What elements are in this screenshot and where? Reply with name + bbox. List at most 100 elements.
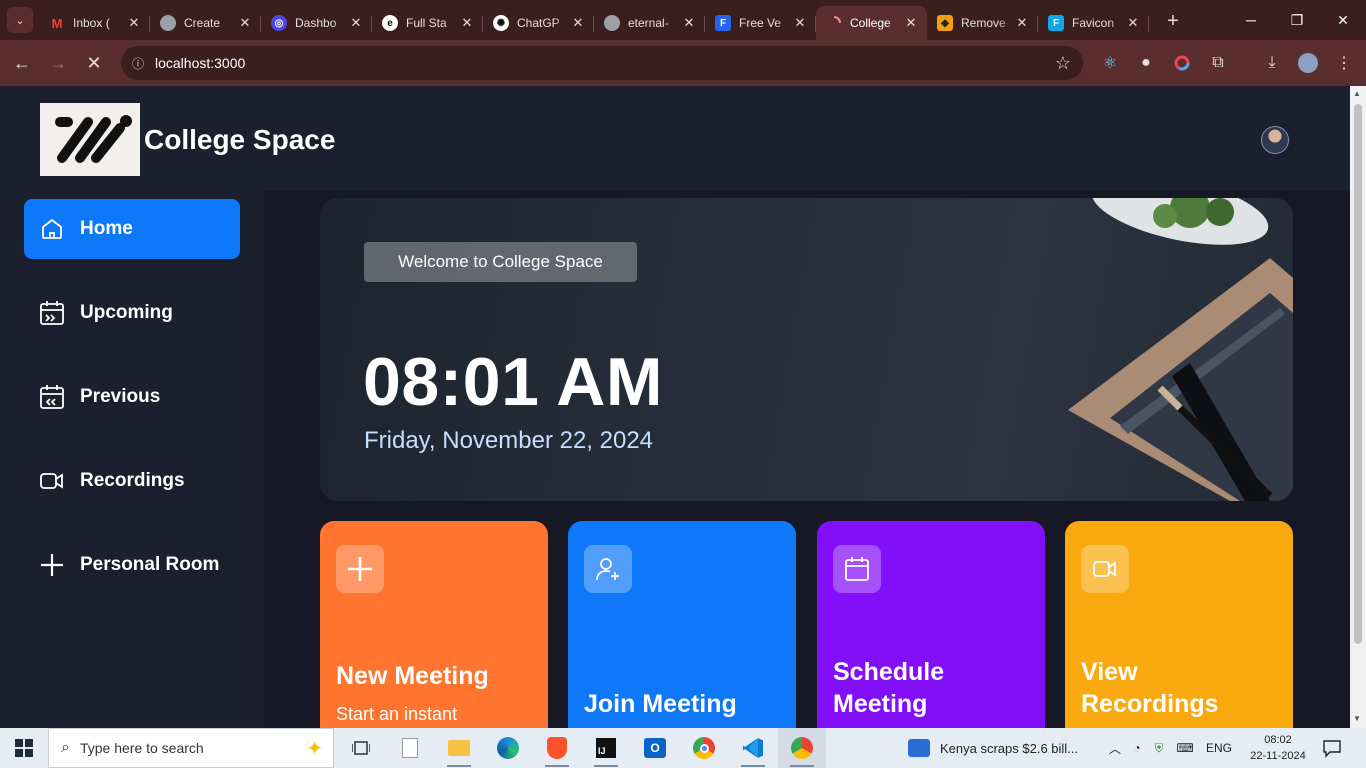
stop-loading-icon[interactable]: ✕ (76, 45, 112, 81)
close-window-icon[interactable]: ✕ (1320, 0, 1366, 40)
sidebar-item-label: Upcoming (80, 302, 173, 323)
browser-tab-strip: ⌄ M Inbox (✕ Create ✕ ◎ Dashbo ✕ e Full Sta ✕ … (0, 0, 1366, 40)
tab-title: College (850, 16, 891, 30)
keyboard-icon[interactable]: ⌨ (1170, 741, 1200, 755)
sidebar-item-upcoming[interactable]: Upcoming (24, 283, 240, 343)
react-devtools-icon[interactable]: ⚛ (1097, 50, 1123, 76)
close-tab-icon[interactable]: ✕ (1014, 15, 1030, 31)
sidebar-item-label: Previous (80, 386, 161, 407)
view-recordings-card[interactable]: View Recordings (1065, 521, 1293, 728)
minimize-icon[interactable]: ─ (1228, 0, 1274, 40)
close-tab-icon[interactable]: ✕ (348, 15, 364, 31)
browser-tab[interactable]: eternal- ✕ (594, 6, 705, 40)
page-scrollbar[interactable]: ▲ ▼ (1350, 86, 1366, 728)
card-subtitle: Start an instant (336, 704, 458, 724)
browser-tab[interactable]: M Inbox (✕ (39, 6, 150, 40)
forward-icon[interactable]: → (40, 45, 76, 81)
notepad-icon[interactable] (386, 728, 434, 768)
close-tab-icon[interactable]: ✕ (792, 15, 808, 31)
extension-icon[interactable]: ● (1133, 50, 1159, 76)
news-widget[interactable]: Kenya scraps $2.6 bill... (908, 728, 1078, 768)
site-icon: F (1048, 15, 1064, 31)
home-icon (39, 216, 65, 242)
sidebar: Home Upcoming Previous Recordings Person… (0, 191, 264, 728)
notification-icon[interactable] (1322, 738, 1342, 758)
close-tab-icon[interactable]: ✕ (237, 15, 253, 31)
add-user-icon (584, 545, 632, 593)
site-info-icon[interactable]: ⓘ (121, 55, 155, 72)
network-icon[interactable]: ◔ (1126, 741, 1148, 755)
join-meeting-card[interactable]: Join Meeting (568, 521, 796, 728)
close-tab-icon[interactable]: ✕ (903, 15, 919, 31)
sidebar-item-home[interactable]: Home (24, 199, 240, 259)
show-hidden-icons-chevron-icon[interactable]: ︿ (1104, 740, 1126, 757)
plus-icon (39, 552, 65, 578)
video-icon (1081, 545, 1129, 593)
browser-tab[interactable]: F Favicon ✕ (1038, 6, 1149, 40)
sidebar-item-label: Recordings (80, 470, 185, 491)
main-content: Welcome to College Space 08:01 AM Friday… (264, 191, 1350, 728)
address-bar[interactable]: ⓘ localhost:3000 ☆ (121, 46, 1083, 80)
profile-avatar-icon[interactable] (1295, 50, 1321, 76)
browser-toolbar: ← → ✕ ⓘ localhost:3000 ☆ ⚛ ● ⧉ ⤓ ⋮ (0, 40, 1366, 86)
bookmark-star-icon[interactable]: ☆ (1043, 53, 1083, 74)
tab-title: Favicon (1072, 16, 1115, 30)
start-button[interactable] (0, 728, 48, 768)
close-tab-icon[interactable]: ✕ (126, 15, 142, 31)
sidebar-item-previous[interactable]: Previous (24, 367, 240, 427)
scroll-up-icon[interactable]: ▲ (1353, 89, 1361, 98)
extensions-puzzle-icon[interactable]: ⧉ (1205, 50, 1231, 76)
outlook-icon[interactable]: O (631, 728, 679, 768)
system-tray: ︿ ◔ ⛨ ⌨ ENG (1104, 728, 1232, 768)
chrome-icon[interactable] (680, 728, 728, 768)
file-explorer-icon[interactable] (435, 728, 483, 768)
color-picker-icon[interactable] (1169, 50, 1195, 76)
url-text: localhost:3000 (155, 55, 246, 71)
browser-tab[interactable]: Create ✕ (150, 6, 261, 40)
edge-icon[interactable] (484, 728, 532, 768)
vpn-shield-icon[interactable]: ⛨ (1148, 741, 1170, 756)
browser-menu-icon[interactable]: ⋮ (1331, 50, 1357, 76)
current-date: Friday, November 22, 2024 (364, 427, 654, 454)
browser-tab[interactable]: F Free Ve ✕ (705, 6, 816, 40)
taskbar-clock[interactable]: 08:02 22-11-2024 (1246, 732, 1310, 764)
download-icon[interactable]: ⤓ (1259, 50, 1285, 76)
globe-icon (160, 15, 176, 31)
browser-tab[interactable]: ◎ Dashbo ✕ (261, 6, 372, 40)
close-tab-icon[interactable]: ✕ (570, 15, 586, 31)
logo[interactable] (40, 103, 140, 176)
sidebar-item-recordings[interactable]: Recordings (24, 451, 240, 511)
tab-search-button[interactable]: ⌄ (7, 7, 33, 33)
chrome-profile-icon[interactable] (778, 728, 826, 768)
scrollbar-thumb[interactable] (1354, 104, 1362, 644)
sidebar-item-personal-room[interactable]: Personal Room (24, 535, 240, 595)
scroll-down-icon[interactable]: ▼ (1353, 714, 1361, 723)
browser-tab[interactable]: ✺ ChatGP ✕ (483, 6, 594, 40)
input-language[interactable]: ENG (1206, 741, 1232, 755)
browser-tab[interactable]: e Full Sta ✕ (372, 6, 483, 40)
vscode-icon[interactable] (729, 728, 777, 768)
task-view-icon[interactable] (337, 728, 385, 768)
back-icon[interactable]: ← (4, 45, 40, 81)
tab-title: Remove (961, 16, 1006, 30)
restore-icon[interactable]: ❐ (1274, 0, 1320, 40)
close-tab-icon[interactable]: ✕ (681, 15, 697, 31)
tab-title: eternal- (628, 16, 669, 30)
new-tab-button[interactable]: + (1159, 7, 1187, 35)
schedule-meeting-card[interactable]: Schedule Meeting (817, 521, 1045, 728)
close-tab-icon[interactable]: ✕ (459, 15, 475, 31)
user-avatar[interactable] (1261, 126, 1289, 154)
browser-tab-active[interactable]: College ✕ (816, 6, 927, 40)
taskbar-time: 08:02 (1264, 734, 1292, 746)
site-icon: F (715, 15, 731, 31)
brave-icon[interactable] (533, 728, 581, 768)
intellij-icon[interactable]: IJ (582, 728, 630, 768)
brand-name[interactable]: College Space (144, 124, 335, 156)
taskbar-search-box[interactable]: ⌕ Type here to search ✦ (48, 728, 334, 768)
dashboard-icon: ◎ (271, 15, 287, 31)
tab-title: Full Sta (406, 16, 447, 30)
close-tab-icon[interactable]: ✕ (1125, 15, 1141, 31)
browser-tab[interactable]: ◆ Remove ✕ (927, 6, 1038, 40)
new-meeting-card[interactable]: New Meeting Start an instant (320, 521, 548, 728)
taskbar-date: 22-11-2024 (1250, 750, 1306, 762)
